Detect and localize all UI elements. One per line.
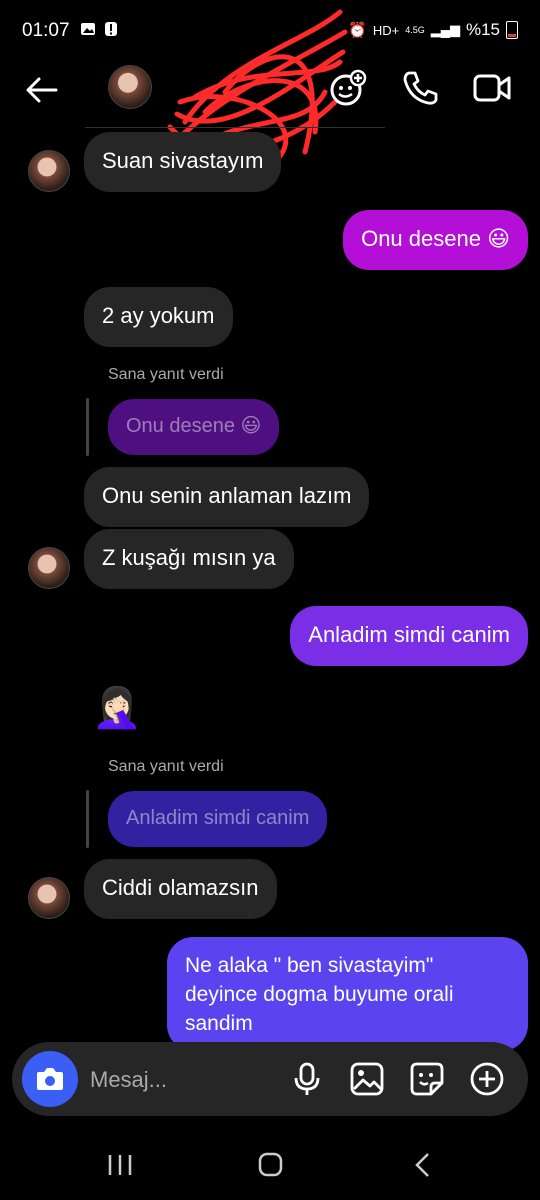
quoted-message[interactable]: Onu desene 😃 <box>108 399 280 455</box>
reply-label: Sana yanıt verdi <box>108 366 224 383</box>
microphone-icon[interactable] <box>289 1061 325 1097</box>
signal-icon: ▂▄▆ <box>430 22 460 37</box>
message-composer: Mesaj... <box>12 1042 528 1116</box>
camera-icon <box>37 1068 63 1090</box>
gallery-icon[interactable] <box>349 1061 385 1097</box>
incoming-message[interactable]: Ciddi olamazsın <box>84 859 277 919</box>
system-navigation-bar <box>0 1130 540 1200</box>
recent-apps-icon[interactable] <box>100 1150 140 1180</box>
incoming-message[interactable]: Suan sivastayım <box>84 132 282 192</box>
network-label: 4.5G <box>405 25 425 35</box>
reply-label: Sana yanıt verdi <box>108 758 224 775</box>
outgoing-message[interactable]: Ne alaka " ben sivastayim" deyince dogma… <box>167 937 528 1051</box>
arrow-left-icon[interactable] <box>22 70 62 110</box>
status-right: ⏰ HD+ 4.5G ▂▄▆ %15 <box>348 20 518 40</box>
reply-line <box>86 790 89 848</box>
battery-icon <box>506 21 518 39</box>
sticker-icon[interactable] <box>409 1061 445 1097</box>
gallery-notification-icon <box>81 23 95 35</box>
quoted-message[interactable]: Anladim simdi canim <box>108 791 328 847</box>
sender-avatar[interactable] <box>28 877 70 919</box>
reply-line <box>86 398 89 456</box>
hd-voice-icon: HD+ <box>372 22 400 38</box>
camera-button[interactable] <box>22 1051 78 1107</box>
incoming-message[interactable]: 2 ay yokum <box>84 287 233 347</box>
status-time: 01:07 <box>22 20 70 41</box>
sender-avatar[interactable] <box>28 547 70 589</box>
alarm-icon: ⏰ <box>348 22 367 39</box>
contact-avatar[interactable] <box>108 65 152 109</box>
plus-circle-icon[interactable] <box>469 1061 505 1097</box>
message-input[interactable]: Mesaj... <box>90 1067 167 1093</box>
alert-notification-icon <box>105 22 117 36</box>
back-nav-icon[interactable] <box>402 1150 442 1180</box>
outgoing-message[interactable]: Anladim simdi canim <box>290 606 528 666</box>
outgoing-message[interactable]: Onu desene 😃 <box>343 210 528 270</box>
incoming-message[interactable]: Onu senin anlaman lazım <box>84 467 370 527</box>
home-icon[interactable] <box>250 1150 290 1180</box>
chat-header <box>0 9 540 165</box>
facepalm-emoji-message[interactable]: 🤦🏻‍♀️ <box>92 684 142 732</box>
incoming-message[interactable]: Z kuşağı mısın ya <box>84 529 294 589</box>
video-icon[interactable] <box>472 68 512 108</box>
phone-icon[interactable] <box>400 68 440 108</box>
battery-label: %15 <box>465 20 500 39</box>
add-people-icon[interactable] <box>328 68 368 108</box>
sender-avatar[interactable] <box>28 150 70 192</box>
header-divider <box>85 127 385 128</box>
